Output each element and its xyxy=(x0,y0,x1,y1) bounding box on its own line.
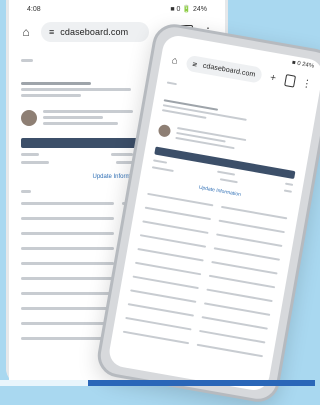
site-settings-icon[interactable]: ≡ xyxy=(49,27,54,37)
address-text: cdaseboard.com xyxy=(60,27,129,37)
status-bar: 4:08 ■ 0 🔋 24% xyxy=(9,0,225,18)
avatar xyxy=(157,123,172,138)
doc-line xyxy=(21,88,131,91)
bottom-accent-light xyxy=(0,380,88,386)
home-icon[interactable]: ⌂ xyxy=(19,25,33,39)
avatar xyxy=(21,109,37,126)
document-content: Update Information xyxy=(119,79,308,381)
tabs-button[interactable] xyxy=(283,74,297,88)
status-signal: ■ 0 24% xyxy=(291,59,315,70)
menu-icon[interactable]: ⋮ xyxy=(300,76,314,92)
bottom-accent-bar xyxy=(0,380,315,386)
home-icon[interactable]: ⌂ xyxy=(168,53,182,69)
status-signal: ■ 0 🔋 24% xyxy=(170,6,207,13)
doc-small-line xyxy=(21,59,33,62)
status-time: 4:08 xyxy=(27,5,41,13)
new-tab-button[interactable]: + xyxy=(266,70,280,86)
doc-title-line xyxy=(21,82,91,85)
address-text: cdaseboard.com xyxy=(202,62,256,79)
doc-line xyxy=(21,94,81,97)
status-right: ■ 0 🔋 24% xyxy=(170,5,207,13)
site-settings-icon[interactable]: ≡ xyxy=(192,59,198,69)
address-bar[interactable]: ≡ cdaseboard.com xyxy=(41,22,149,42)
